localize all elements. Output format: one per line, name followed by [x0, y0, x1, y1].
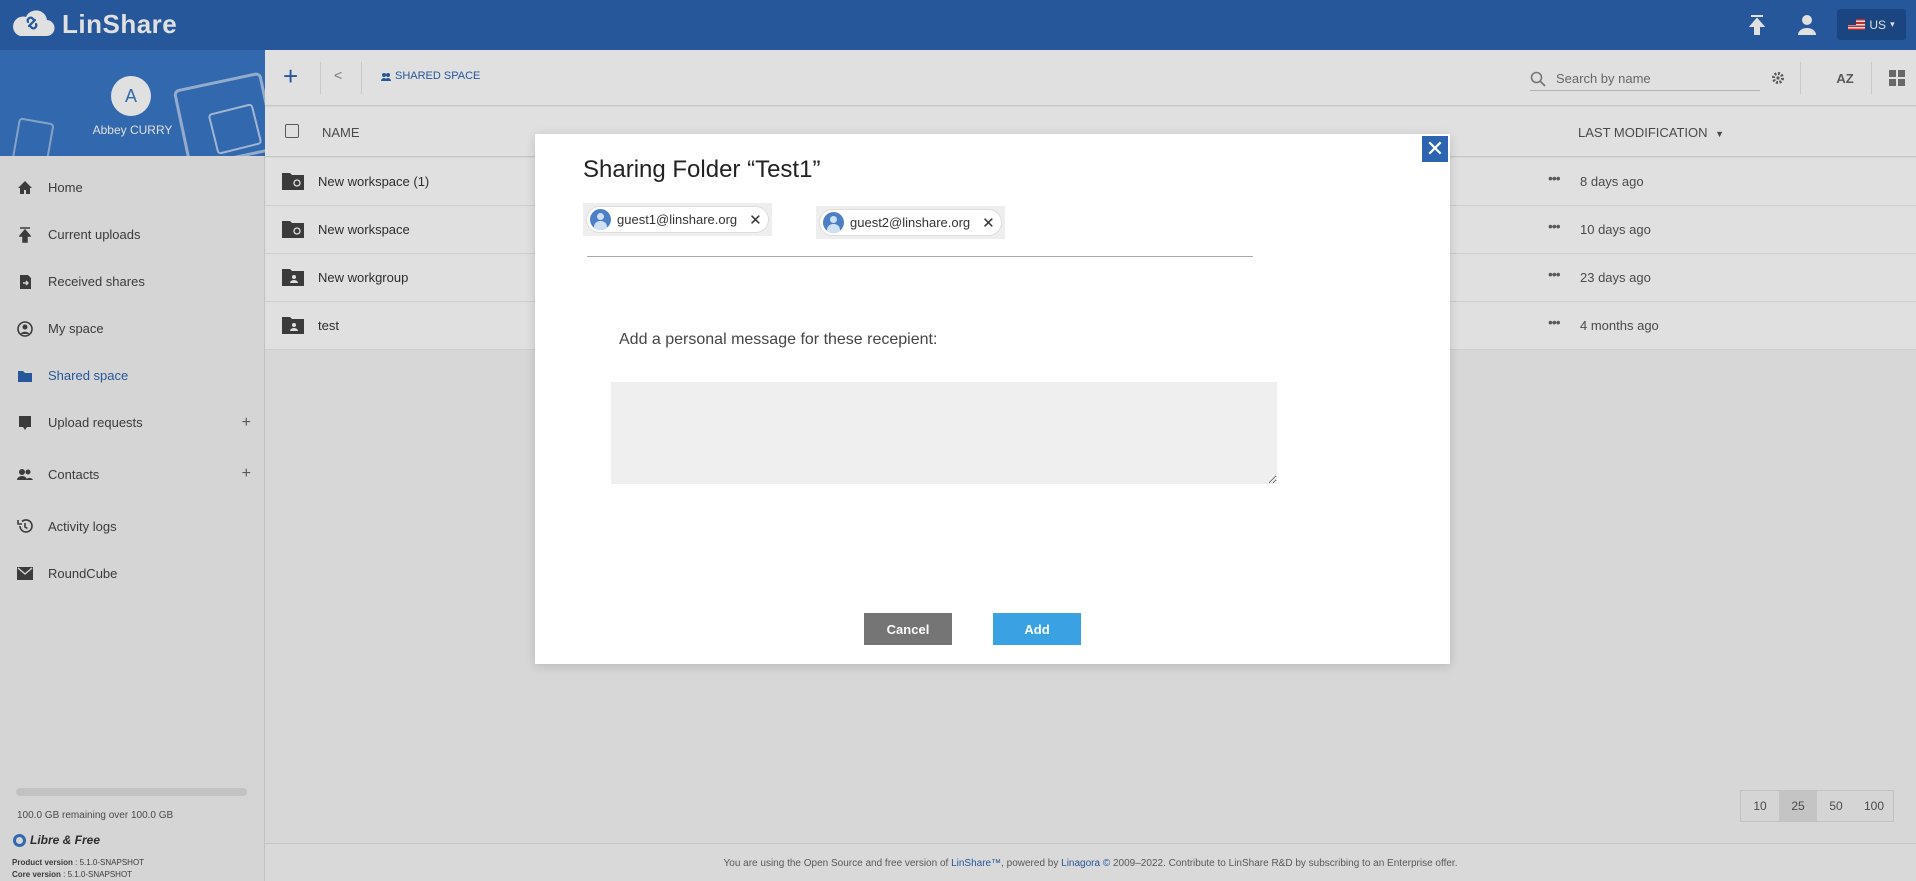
add-button[interactable]: Add	[993, 613, 1081, 645]
user-avatar-icon	[590, 209, 611, 230]
recipient-input-underline[interactable]	[587, 256, 1253, 257]
close-icon[interactable]: ✕	[1420, 134, 1450, 164]
cancel-button[interactable]: Cancel	[864, 613, 952, 645]
remove-recipient-icon[interactable]: ✕	[749, 211, 762, 229]
personal-message-textarea[interactable]	[611, 382, 1277, 484]
remove-recipient-icon[interactable]: ✕	[982, 214, 995, 232]
recipient-email: guest2@linshare.org	[850, 215, 971, 230]
user-avatar-icon	[823, 212, 844, 233]
recipient-email: guest1@linshare.org	[617, 212, 738, 227]
recipient-chip[interactable]: guest2@linshare.org ✕	[819, 209, 1002, 236]
message-label: Add a personal message for these recepie…	[619, 331, 938, 348]
dialog-title: Sharing Folder “Test1”	[583, 156, 821, 183]
recipient-chip-container: guest1@linshare.org ✕	[583, 203, 772, 236]
share-folder-dialog: Sharing Folder “Test1” guest1@linshare.o…	[535, 134, 1450, 664]
recipient-chip[interactable]: guest1@linshare.org ✕	[586, 206, 769, 233]
recipient-chip-container: guest2@linshare.org ✕	[816, 206, 1005, 239]
